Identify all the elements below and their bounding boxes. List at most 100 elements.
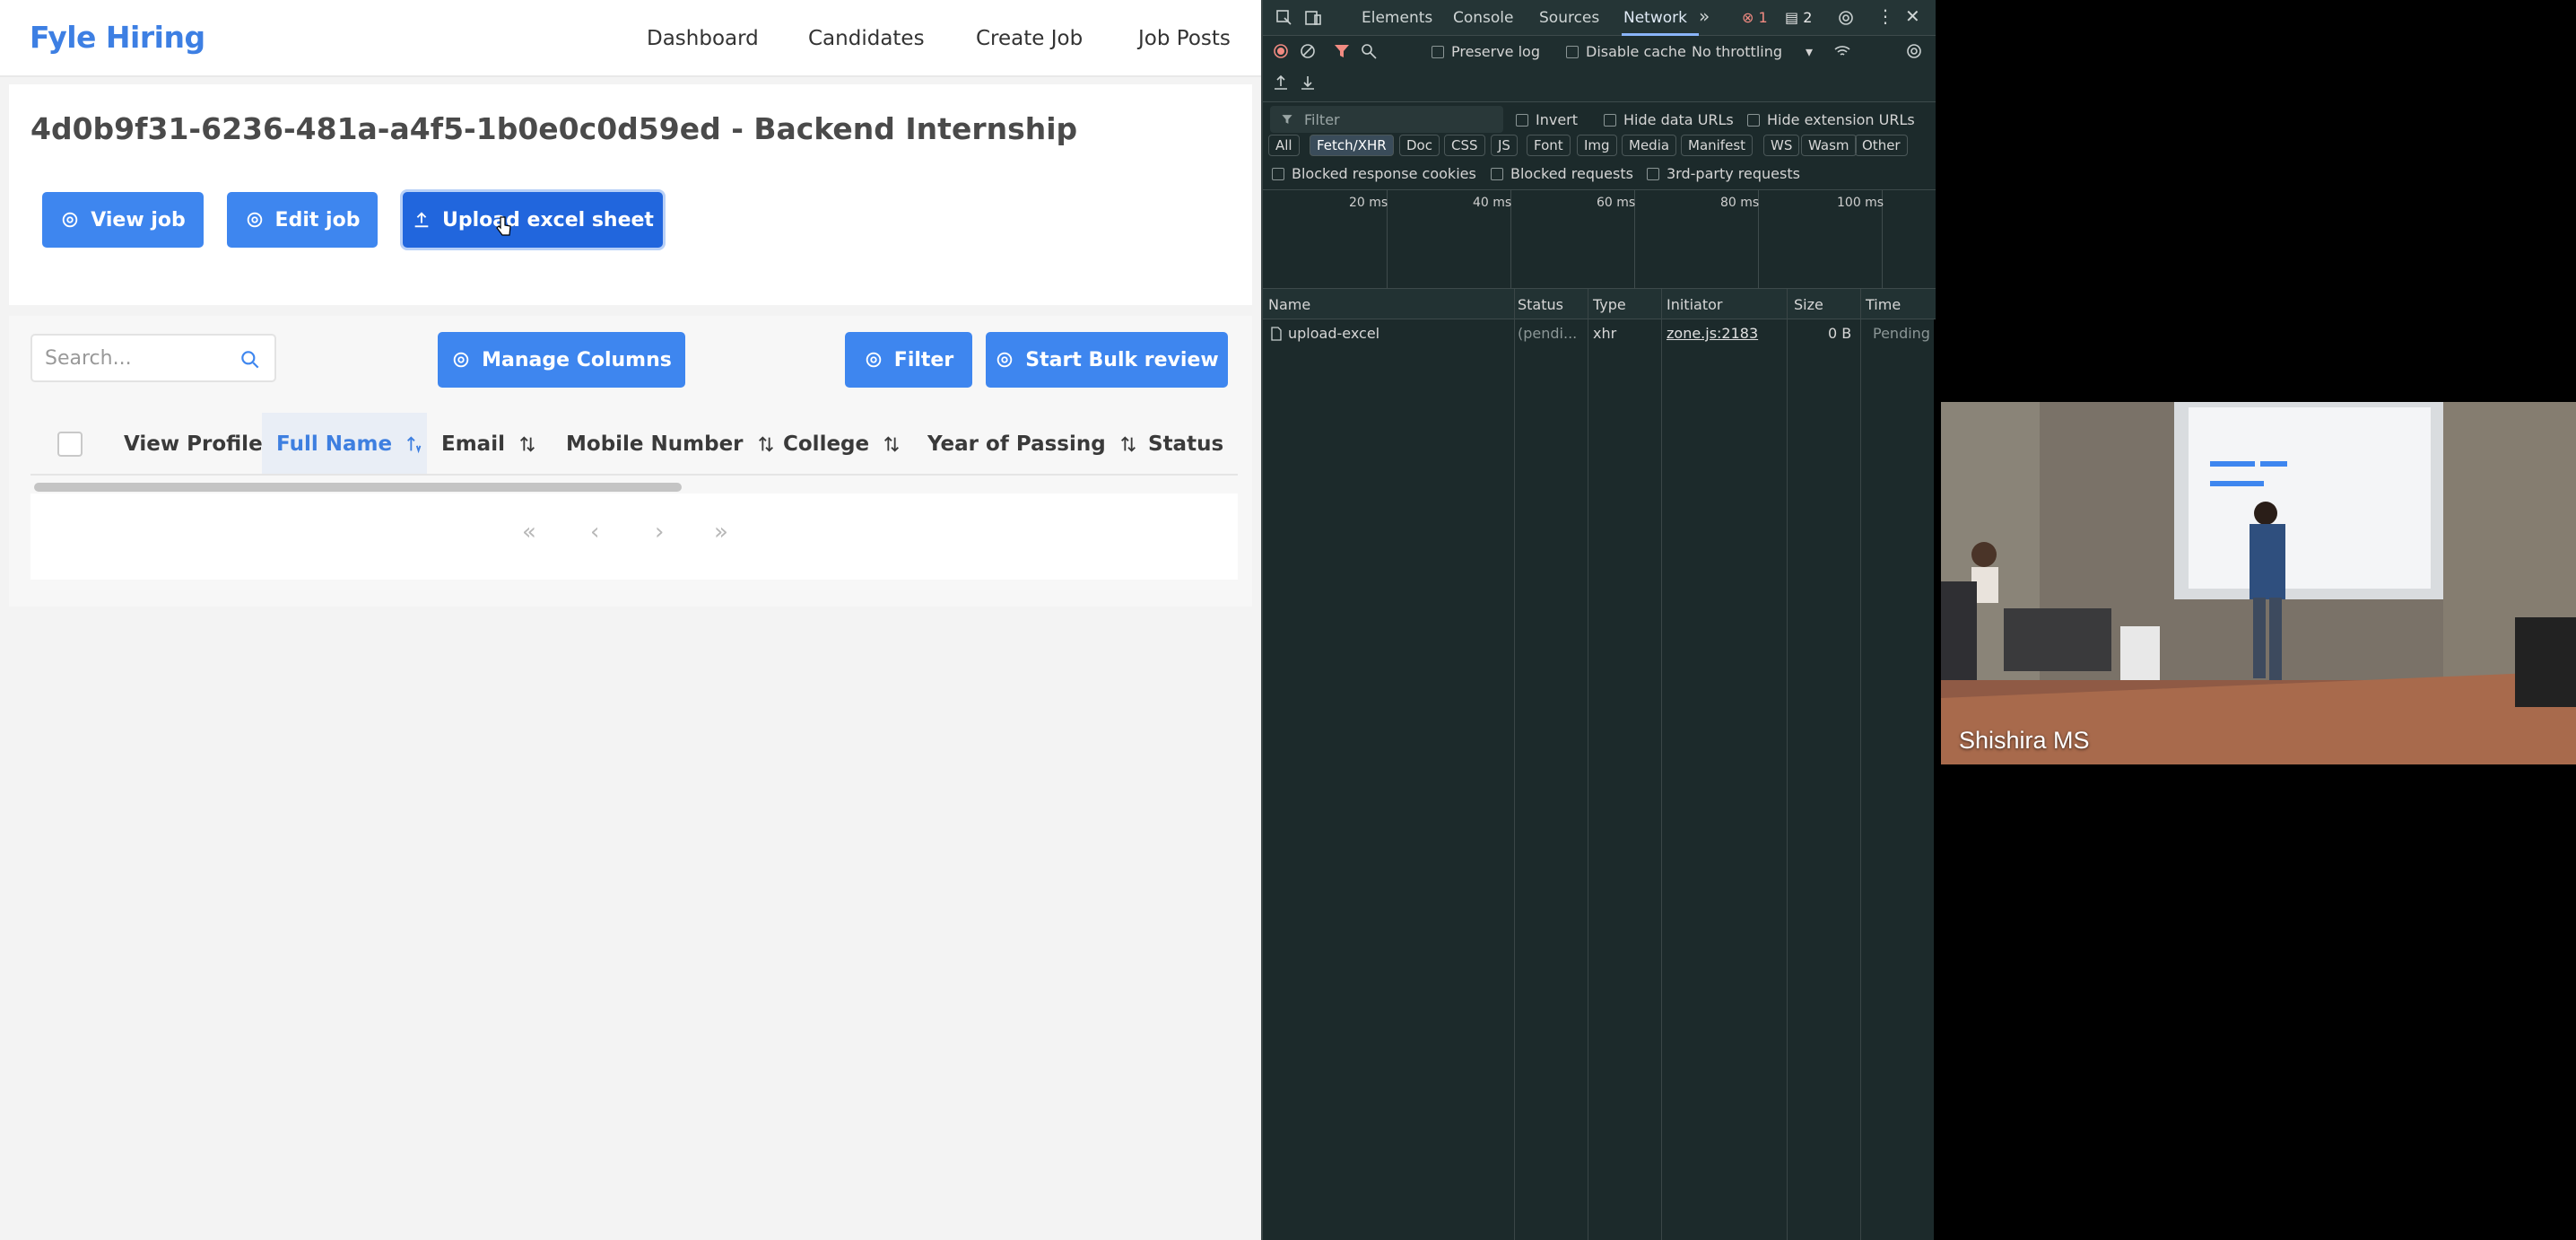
throttling-select[interactable]: No throttling ▾ bbox=[1692, 43, 1813, 60]
tab-sources[interactable]: Sources bbox=[1539, 9, 1599, 27]
tab-network[interactable]: Network bbox=[1623, 9, 1687, 27]
message-count-badge[interactable]: ▤ 2 bbox=[1785, 9, 1812, 26]
record-icon[interactable] bbox=[1272, 42, 1290, 60]
upload-excel-label: Upload excel sheet bbox=[442, 208, 654, 231]
filter-icon[interactable] bbox=[1333, 42, 1351, 60]
more-options-icon[interactable]: ⋮ bbox=[1876, 5, 1894, 27]
device-toolbar-icon[interactable] bbox=[1304, 9, 1322, 27]
hiring-app: Fyle Hiring Dashboard Candidates Create … bbox=[0, 0, 1261, 1240]
column-mobile-number[interactable]: Mobile Number bbox=[566, 432, 776, 456]
chip-manifest[interactable]: Manifest bbox=[1681, 135, 1754, 156]
gear-icon bbox=[247, 212, 262, 228]
chip-doc[interactable]: Doc bbox=[1399, 135, 1440, 156]
invert-checkbox[interactable]: Invert bbox=[1516, 111, 1578, 128]
timeline-tick: 20 ms bbox=[1349, 196, 1388, 210]
tab-console[interactable]: Console bbox=[1453, 9, 1514, 27]
disable-cache-checkbox[interactable]: Disable cache bbox=[1566, 43, 1686, 60]
upload-excel-button[interactable]: Upload excel sheet bbox=[403, 192, 663, 248]
network-request-row[interactable]: upload-excel (pendi... xhr zone.js:2183 … bbox=[1263, 319, 1936, 346]
edit-job-label: Edit job bbox=[274, 208, 361, 231]
request-initiator-link[interactable]: zone.js:2183 bbox=[1667, 325, 1758, 342]
conference-room-scene bbox=[1941, 402, 2576, 764]
export-har-icon[interactable] bbox=[1299, 74, 1317, 92]
chip-other[interactable]: Other bbox=[1855, 135, 1908, 156]
chip-img[interactable]: Img bbox=[1577, 135, 1617, 156]
document-icon bbox=[1271, 327, 1282, 341]
nav-job-posts[interactable]: Job Posts bbox=[1138, 27, 1231, 50]
column-view-profile[interactable]: View Profile bbox=[124, 432, 263, 456]
col-type[interactable]: Type bbox=[1593, 296, 1626, 313]
nav-candidates[interactable]: Candidates bbox=[808, 27, 925, 50]
column-status[interactable]: Status bbox=[1148, 432, 1223, 456]
checkbox-box bbox=[1566, 45, 1579, 58]
checkbox-box bbox=[1491, 167, 1503, 180]
first-page-button[interactable]: « bbox=[522, 519, 536, 546]
prev-page-button[interactable]: ‹ bbox=[590, 519, 599, 546]
col-status[interactable]: Status bbox=[1518, 296, 1563, 313]
nav-dashboard[interactable]: Dashboard bbox=[647, 27, 759, 50]
search-input[interactable] bbox=[45, 345, 224, 371]
col-name[interactable]: Name bbox=[1268, 296, 1310, 313]
search-icon[interactable] bbox=[1360, 42, 1378, 60]
column-divider bbox=[1514, 289, 1515, 1240]
last-page-button[interactable]: » bbox=[714, 519, 728, 546]
chip-media[interactable]: Media bbox=[1622, 135, 1677, 156]
horizontal-scrollbar[interactable] bbox=[34, 483, 682, 492]
column-full-name[interactable]: Full Name bbox=[276, 432, 424, 456]
inspect-element-icon[interactable] bbox=[1275, 9, 1293, 27]
timeline-tick: 60 ms bbox=[1597, 196, 1636, 210]
network-timeline[interactable]: 20 ms 40 ms 60 ms 80 ms 100 ms bbox=[1263, 190, 1936, 289]
chip-css[interactable]: CSS bbox=[1444, 135, 1485, 156]
wifi-settings-icon[interactable] bbox=[1833, 42, 1851, 60]
chip-font[interactable]: Font bbox=[1527, 135, 1571, 156]
tab-elements[interactable]: Elements bbox=[1362, 9, 1432, 27]
col-initiator[interactable]: Initiator bbox=[1667, 296, 1722, 313]
blocked-response-cookies-label: Blocked response cookies bbox=[1292, 165, 1476, 182]
view-job-button[interactable]: View job bbox=[42, 192, 204, 248]
blocked-response-cookies-checkbox[interactable]: Blocked response cookies bbox=[1272, 165, 1476, 182]
column-email[interactable]: Email bbox=[441, 432, 537, 456]
chip-fetch-xhr[interactable]: Fetch/XHR bbox=[1310, 135, 1394, 156]
start-bulk-review-button[interactable]: Start Bulk review bbox=[986, 332, 1228, 388]
column-college[interactable]: College bbox=[783, 432, 901, 456]
page-title: 4d0b9f31-6236-481a-a4f5-1b0e0c0d59ed - B… bbox=[30, 111, 1078, 146]
preserve-log-checkbox[interactable]: Preserve log bbox=[1432, 43, 1540, 60]
col-size[interactable]: Size bbox=[1794, 296, 1823, 313]
participant-name: Shishira MS bbox=[1959, 727, 2090, 754]
error-count-badge[interactable]: ⊗ 1 bbox=[1742, 9, 1768, 26]
hide-data-urls-checkbox[interactable]: Hide data URLs bbox=[1604, 111, 1734, 128]
participant-video-tile[interactable]: Shishira MS bbox=[1941, 402, 2576, 764]
hide-data-urls-label: Hide data URLs bbox=[1623, 111, 1734, 128]
column-label: View Profile bbox=[124, 432, 263, 456]
close-icon[interactable]: ✕ bbox=[1905, 5, 1920, 27]
next-page-button[interactable]: › bbox=[655, 519, 664, 546]
blocked-requests-checkbox[interactable]: Blocked requests bbox=[1491, 165, 1633, 182]
chip-js[interactable]: JS bbox=[1491, 135, 1518, 156]
column-year-of-passing[interactable]: Year of Passing bbox=[927, 432, 1138, 456]
column-label: Mobile Number bbox=[566, 432, 744, 456]
chip-all[interactable]: All bbox=[1268, 135, 1300, 156]
nav-create-job[interactable]: Create Job bbox=[976, 27, 1083, 50]
brand-logo[interactable]: Fyle Hiring bbox=[30, 20, 205, 55]
clear-icon[interactable] bbox=[1299, 42, 1317, 60]
hide-extension-urls-label: Hide extension URLs bbox=[1767, 111, 1915, 128]
import-har-icon[interactable] bbox=[1272, 74, 1290, 92]
hide-extension-urls-checkbox[interactable]: Hide extension URLs bbox=[1747, 111, 1915, 128]
chip-ws[interactable]: WS bbox=[1763, 135, 1800, 156]
chip-wasm[interactable]: Wasm bbox=[1801, 135, 1857, 156]
edit-job-button[interactable]: Edit job bbox=[227, 192, 378, 248]
column-label: Email bbox=[441, 432, 505, 456]
view-job-label: View job bbox=[91, 208, 186, 231]
manage-columns-button[interactable]: Manage Columns bbox=[438, 332, 685, 388]
sort-icon bbox=[519, 436, 535, 452]
col-time[interactable]: Time bbox=[1866, 296, 1901, 313]
network-settings-icon[interactable] bbox=[1905, 42, 1923, 60]
filter-input[interactable]: Filter bbox=[1270, 106, 1503, 133]
request-size: 0 B bbox=[1828, 325, 1852, 342]
settings-icon[interactable] bbox=[1837, 9, 1855, 27]
search-icon[interactable] bbox=[239, 348, 262, 371]
select-all-checkbox[interactable] bbox=[57, 432, 83, 457]
third-party-requests-checkbox[interactable]: 3rd-party requests bbox=[1647, 165, 1800, 182]
filter-button[interactable]: Filter bbox=[845, 332, 972, 388]
more-tabs-icon[interactable]: » bbox=[1699, 5, 1710, 27]
